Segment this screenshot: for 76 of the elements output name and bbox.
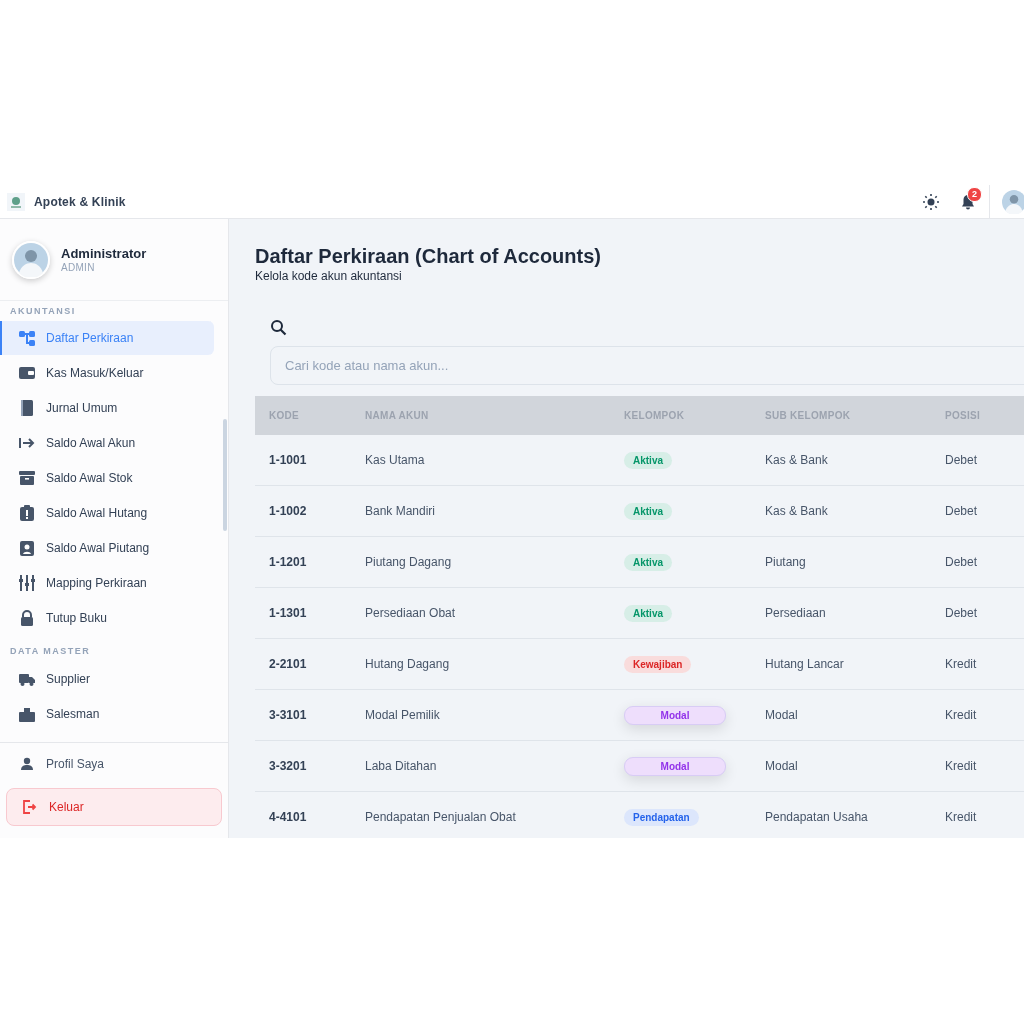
wallet-icon: [18, 364, 36, 382]
subgroup-text: Hutang Lancar: [765, 657, 845, 671]
logo-icon: [7, 192, 25, 211]
account-code: 3-3101: [268, 708, 308, 722]
section-label: AKUNTANSI: [9, 305, 77, 318]
account-code: 2-2101: [268, 657, 308, 671]
position-text: Debet: [945, 504, 979, 518]
notification-badge: 2: [967, 186, 982, 202]
group-tag: Modal: [624, 705, 726, 725]
subgroup-text: Persediaan: [765, 606, 827, 620]
account-code: 1-1001: [268, 453, 308, 467]
subgroup-text: Piutang: [765, 555, 807, 569]
diagram-icon: [18, 329, 36, 347]
position-text: Debet: [945, 606, 979, 620]
account-code: 1-1301: [268, 606, 308, 620]
sliders-icon: [18, 574, 36, 592]
group-tag: Aktiva: [624, 451, 672, 469]
archive-box-icon: [18, 469, 36, 487]
account-name: Kas Utama: [365, 453, 426, 467]
section-label: DATA MASTER: [9, 645, 92, 658]
nav-item[interactable]: Tutup Buku: [0, 601, 214, 635]
group-tag: Kewajiban: [624, 655, 692, 673]
nav-item[interactable]: Supplier: [0, 662, 214, 696]
app-name: Apotek & Klinik: [34, 194, 126, 209]
subgroup-text: Modal: [765, 708, 799, 722]
page-subtitle: Kelola kode akun akuntansi: [255, 269, 403, 283]
group-tag: Modal: [624, 756, 726, 776]
position-text: Debet: [945, 453, 979, 467]
profile-link[interactable]: Profil Saya: [6, 750, 222, 778]
position-text: Debet: [945, 555, 979, 569]
clipboard-icon: [18, 504, 36, 522]
account-code: 4-4101: [268, 810, 308, 824]
id-badge-icon: [18, 539, 36, 557]
search-field[interactable]: Cari kode atau nama akun...: [270, 346, 1024, 385]
avatar-icon: [14, 242, 48, 277]
account-code: 1-1201: [268, 555, 308, 569]
account-name: Modal Pemilik: [365, 708, 441, 722]
nav-item[interactable]: Saldo Awal Akun: [0, 426, 214, 460]
lock-icon: [18, 609, 36, 627]
position-text: Kredit: [945, 810, 978, 824]
account-name: Bank Mandiri: [365, 504, 437, 518]
nav-item[interactable]: Salesman: [0, 697, 214, 731]
nav-item[interactable]: Mapping Perkiraan: [0, 566, 214, 600]
position-text: Kredit: [945, 657, 978, 671]
user-name: Administrator: [61, 246, 147, 261]
nav-item[interactable]: Saldo Awal Stok: [0, 461, 214, 495]
group-tag: Pendapatan: [624, 808, 699, 826]
subgroup-text: Kas & Bank: [765, 504, 829, 518]
position-text: Kredit: [945, 708, 978, 722]
book-icon: [18, 399, 36, 417]
account-name: Pendapatan Penjualan Obat: [365, 810, 517, 824]
account-name: Laba Ditahan: [365, 759, 438, 773]
account-code: 1-1002: [268, 504, 308, 518]
subgroup-text: Pendapatan Usaha: [765, 810, 869, 824]
nav-item[interactable]: Saldo Awal Piutang: [0, 531, 214, 565]
sun-icon[interactable]: [923, 193, 939, 210]
logout-icon: [23, 800, 37, 814]
person-icon: [20, 757, 34, 771]
group-tag: Aktiva: [624, 502, 672, 520]
group-tag: Aktiva: [624, 604, 672, 622]
search-icon: [270, 319, 287, 336]
logout-button[interactable]: Keluar: [6, 788, 222, 826]
account-name: Hutang Dagang: [365, 657, 451, 671]
account-code: 3-3201: [268, 759, 308, 773]
subgroup-text: Kas & Bank: [765, 453, 829, 467]
nav-item[interactable]: Saldo Awal Hutang: [0, 496, 214, 530]
nav-item[interactable]: Jurnal Umum: [0, 391, 214, 425]
nav-item[interactable]: Kas Masuk/Keluar: [0, 356, 214, 390]
building-icon: [18, 705, 36, 723]
subgroup-text: Modal: [765, 759, 799, 773]
user-role: ADMIN: [61, 262, 96, 273]
account-name: Persediaan Obat: [365, 606, 457, 620]
page-title: Daftar Perkiraan (Chart of Accounts): [255, 244, 602, 269]
account-name: Piutang Dagang: [365, 555, 453, 569]
position-text: Kredit: [945, 759, 978, 773]
group-tag: Aktiva: [624, 553, 672, 571]
